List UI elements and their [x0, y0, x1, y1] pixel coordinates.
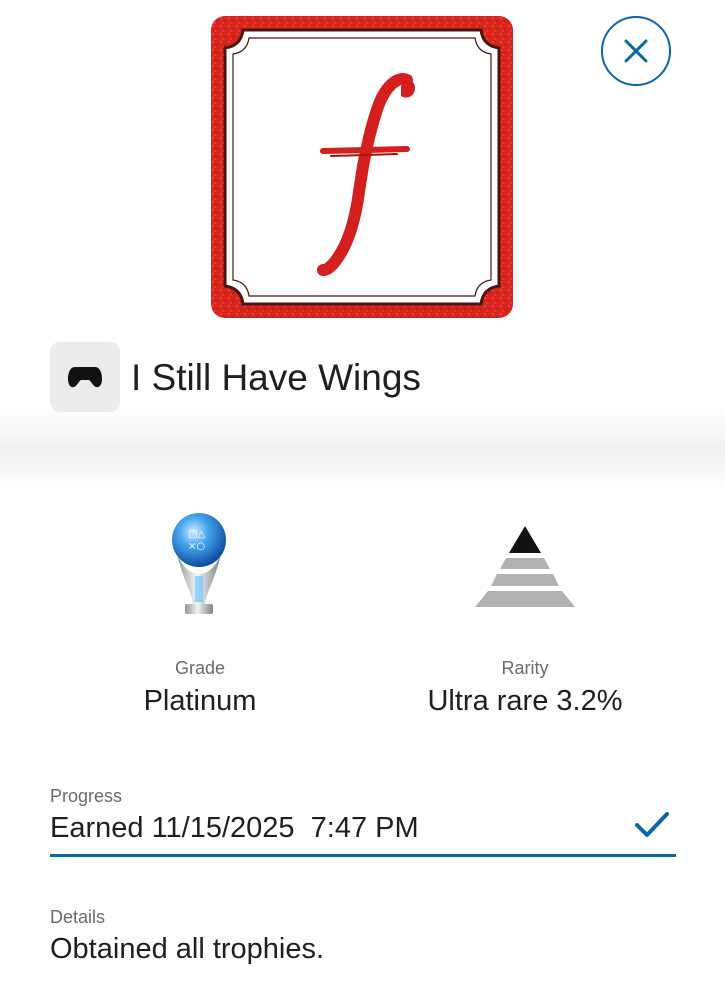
svg-text:□△: □△	[188, 529, 205, 540]
details-label: Details	[50, 907, 106, 927]
game-cover-art	[211, 16, 513, 318]
gamepad-icon	[68, 367, 102, 388]
rarity-pyramid-icon	[475, 526, 575, 613]
grade-label: Grade	[174, 658, 226, 678]
platform-badge	[50, 342, 120, 412]
rarity-value: Ultra rare 3.2%	[427, 685, 623, 717]
game-title: I Still Have Wings	[131, 357, 421, 398]
header-shadow	[0, 446, 725, 496]
platinum-trophy-icon: □△ ×○	[163, 510, 235, 623]
checkmark-icon	[634, 810, 670, 845]
progress-underline	[50, 854, 676, 857]
rarity-label: Rarity	[501, 658, 549, 678]
details-value: Obtained all trophies.	[50, 933, 325, 965]
grade-value: Platinum	[143, 685, 257, 717]
progress-label: Progress	[50, 786, 123, 806]
close-button[interactable]	[601, 16, 671, 86]
svg-text:×○: ×○	[188, 541, 205, 552]
close-icon	[624, 39, 648, 63]
progress-value: Earned 11/15/2025 7:47 PM	[50, 812, 419, 844]
